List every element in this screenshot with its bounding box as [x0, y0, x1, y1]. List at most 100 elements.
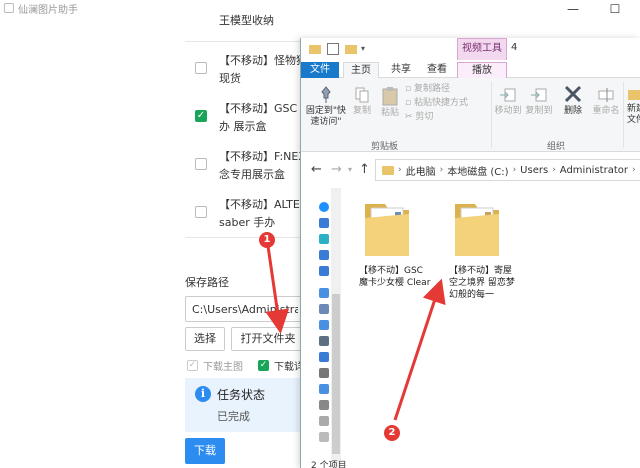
delete-button[interactable]: 删除 [558, 84, 588, 117]
list-item[interactable]: 【不移动】F:NEX 念专用展示盒 [185, 138, 315, 190]
item-checkbox[interactable] [195, 206, 207, 218]
window-title-number: 4 [511, 42, 518, 53]
choose-button[interactable]: 选择 [185, 327, 225, 351]
task-status-panel: i 任务状态 已完成 [185, 378, 305, 432]
delete-x-icon [564, 85, 582, 103]
onedrive-icon[interactable] [319, 202, 329, 212]
open-folder-button[interactable]: 打开文件夹 [231, 327, 305, 351]
app-title: 仙澜图片助手 [18, 4, 78, 16]
downloads-icon[interactable] [319, 352, 329, 362]
tab-file[interactable]: 文件 [301, 62, 339, 78]
info-icon: i [195, 386, 211, 402]
ribbon-divider [623, 82, 624, 148]
item-checkbox[interactable] [195, 62, 207, 74]
move-to-button[interactable]: 移动到 [493, 86, 523, 117]
item-checkbox[interactable] [195, 158, 207, 170]
music-icon[interactable] [319, 368, 329, 378]
minimize-button[interactable]: — [553, 0, 593, 18]
chevron-down-icon[interactable]: ▾ [348, 165, 352, 174]
documents-icon[interactable] [319, 336, 329, 346]
paste-shortcut-button[interactable]: ▫ 粘贴快捷方式 [405, 98, 468, 109]
folder-item[interactable]: 【移不动】GSC 魔卡少女樱 Clear [359, 198, 431, 289]
rename-button[interactable]: 重命名 [591, 86, 621, 117]
pin-quick-access-button[interactable]: 固定到"快速访问" [303, 86, 349, 128]
clipboard-icon [382, 87, 398, 106]
back-arrow-icon[interactable]: ← [311, 162, 322, 177]
tab-view[interactable]: 查看 [419, 62, 455, 78]
task-status-value: 已完成 [217, 410, 250, 423]
copy-path-button[interactable]: ▫ 复制路径 [405, 84, 450, 95]
breadcrumb-users[interactable]: Users [520, 165, 548, 176]
app-title-bar: 仙澜图片助手 [0, 0, 78, 16]
paste-button[interactable]: 粘贴 [377, 86, 403, 119]
nav-scrollbar-thumb[interactable] [332, 294, 340, 454]
list-item-label: 王模型收纳 [219, 14, 274, 27]
quick-access-icon[interactable] [319, 218, 329, 228]
drive-icon[interactable] [319, 416, 329, 426]
tab-home[interactable]: 主页 [343, 62, 379, 79]
address-row: ← → ▾ ↑ › 此电脑 › 本地磁盘 (C:) › Users › Admi… [301, 152, 640, 188]
rename-icon [598, 88, 614, 102]
download-detail-option[interactable]: ✓ 下载详 [258, 358, 304, 373]
folder-icon [382, 165, 394, 175]
save-path-label: 保存路径 [185, 276, 229, 289]
item-checkbox-checked[interactable]: ✓ [195, 110, 207, 122]
breadcrumb-this-pc[interactable]: 此电脑 [406, 163, 436, 178]
list-item[interactable]: 【不移动】怪物猎 现货 [185, 42, 315, 94]
checkbox-icon[interactable]: ✓ [187, 360, 198, 371]
pin-icon [321, 86, 331, 103]
file-explorer-window: ▾ 视频工具 4 文件 主页 共享 查看 播放 固定到"快速访问" 复制 粘贴 … [300, 38, 640, 468]
folder-name: 【移不动】GSC 魔卡少女樱 Clear [359, 266, 431, 288]
address-bar[interactable]: › 此电脑 › 本地磁盘 (C:) › Users › Administrato… [375, 159, 640, 181]
folder-icon [309, 45, 321, 54]
save-path-input[interactable] [185, 296, 305, 322]
new-folder-button[interactable]: 新建文件 [627, 86, 640, 126]
breadcrumb-administrator[interactable]: Administrator [560, 165, 628, 176]
list-item[interactable]: 【不移动】ALTE saber 手办 [185, 186, 315, 238]
tab-play[interactable]: 播放 [457, 62, 507, 78]
new-folder-icon[interactable] [345, 45, 357, 54]
copy-button[interactable]: 复制 [349, 86, 375, 117]
move-to-icon [500, 88, 516, 102]
drive-icon[interactable] [319, 400, 329, 410]
tab-share[interactable]: 共享 [383, 62, 419, 78]
forward-arrow-icon[interactable]: → [331, 162, 342, 177]
clipboard-group-label: 剪贴板 [371, 142, 399, 152]
folder-name: 【移不动】寄屋 空之境界 留恋梦幻般的每一 [449, 266, 515, 300]
cut-button[interactable]: ✂ 剪切 [405, 112, 433, 123]
task-status-title: 任务状态 [217, 388, 266, 402]
this-pc-icon[interactable] [319, 288, 329, 298]
copy-to-icon [531, 88, 547, 102]
properties-icon[interactable] [327, 43, 339, 55]
maximize-button[interactable]: ☐ [595, 0, 635, 18]
download-icon[interactable] [319, 266, 329, 276]
video-icon[interactable] [319, 304, 329, 314]
folder-item[interactable]: 【移不动】寄屋 空之境界 留恋梦幻般的每一 [449, 198, 521, 301]
pictures-icon[interactable] [319, 320, 329, 330]
step-badge-2: 2 [384, 425, 400, 441]
download-main-image-option[interactable]: ✓ 下载主图 [187, 358, 243, 373]
download-button[interactable]: 下载 [185, 438, 225, 464]
list-item[interactable]: ✓ 【不移动】GSC 原 办 展示盒 [185, 90, 315, 142]
ribbon-toolbar: 固定到"快速访问" 复制 粘贴 ▫ 复制路径 ▫ 粘贴快捷方式 ✂ 剪切 剪贴板… [301, 78, 640, 152]
drive-icon[interactable] [319, 432, 329, 442]
breadcrumb-local-disk[interactable]: 本地磁盘 (C:) [447, 163, 508, 178]
status-bar: 2 个项目 [311, 461, 347, 468]
list-item[interactable]: 王模型收纳 [185, 0, 315, 42]
new-folder-icon [628, 90, 640, 100]
ribbon-divider [491, 82, 492, 148]
chevron-down-icon[interactable]: ▾ [361, 43, 373, 55]
folder-icon [455, 204, 499, 256]
desktop-icon[interactable] [319, 384, 329, 394]
copy-to-button[interactable]: 复制到 [524, 86, 554, 117]
cloud-icon[interactable] [319, 234, 329, 244]
organize-group-label: 组织 [547, 142, 566, 152]
network-icon[interactable] [319, 250, 329, 260]
step-badge-1: 1 [259, 232, 275, 248]
copy-icon [355, 87, 369, 103]
context-tab-group: 视频工具 [457, 38, 507, 60]
folder-icon [365, 204, 409, 256]
file-list: 【移不动】GSC 魔卡少女樱 Clear 【移不动】寄屋 空之境界 留恋梦幻般的… [341, 188, 640, 458]
up-arrow-icon[interactable]: ↑ [359, 162, 370, 177]
checkbox-icon[interactable]: ✓ [258, 360, 269, 371]
